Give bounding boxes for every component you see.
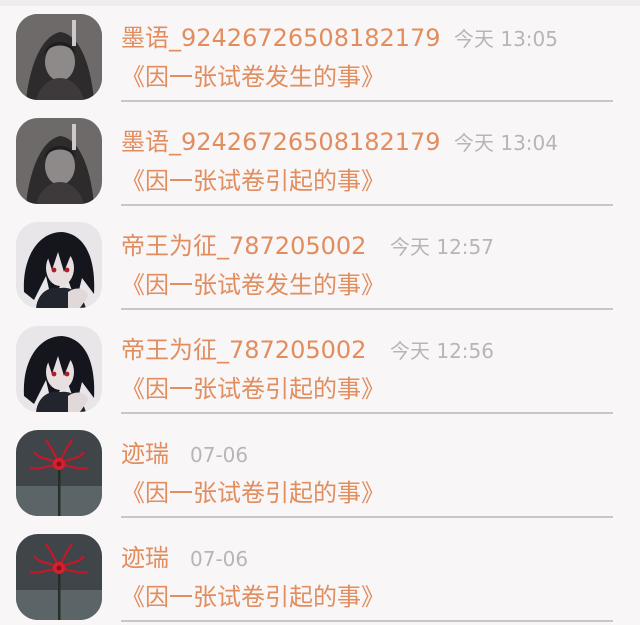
timestamp: 今天 12:56: [390, 339, 494, 363]
story-title[interactable]: 《因一张试卷引起的事》: [121, 164, 385, 198]
list-item[interactable]: 迹瑞 07-06 《因一张试卷引起的事》: [0, 520, 640, 624]
row-divider: [121, 620, 613, 622]
gray-anime-girl-avatar[interactable]: [16, 118, 102, 204]
story-title[interactable]: 《因一张试卷引起的事》: [121, 372, 385, 406]
list-item[interactable]: 迹瑞 07-06 《因一张试卷引起的事》: [0, 416, 640, 520]
red-spider-lily-avatar[interactable]: [16, 430, 102, 516]
user-name[interactable]: 帝王为征_787205002: [121, 230, 366, 262]
timestamp: 今天 13:05: [454, 27, 558, 51]
list-item[interactable]: 帝王为征_787205002 今天 12:56 《因一张试卷引起的事》: [0, 312, 640, 416]
row-divider: [121, 100, 613, 102]
row-divider: [121, 412, 613, 414]
timestamp: 07-06: [190, 547, 249, 571]
timestamp: 07-06: [190, 443, 249, 467]
dark-haired-anime-boy-avatar[interactable]: [16, 222, 102, 308]
red-spider-lily-avatar[interactable]: [16, 534, 102, 620]
list-item[interactable]: 墨语_92426726508182179 今天 13:05 《因一张试卷发生的事…: [0, 0, 640, 104]
user-name[interactable]: 墨语_92426726508182179: [121, 126, 441, 158]
story-title[interactable]: 《因一张试卷发生的事》: [121, 268, 385, 302]
gray-anime-girl-avatar[interactable]: [16, 14, 102, 100]
dark-haired-anime-boy-avatar[interactable]: [16, 326, 102, 412]
list-item[interactable]: 帝王为征_787205002 今天 12:57 《因一张试卷发生的事》: [0, 208, 640, 312]
user-name[interactable]: 迹瑞: [121, 542, 169, 574]
story-title[interactable]: 《因一张试卷引起的事》: [121, 580, 385, 614]
story-title[interactable]: 《因一张试卷引起的事》: [121, 476, 385, 510]
list-item[interactable]: 墨语_92426726508182179 今天 13:04 《因一张试卷引起的事…: [0, 104, 640, 208]
user-name[interactable]: 墨语_92426726508182179: [121, 22, 441, 54]
row-divider: [121, 308, 613, 310]
row-divider: [121, 204, 613, 206]
timestamp: 今天 12:57: [390, 235, 494, 259]
timestamp: 今天 13:04: [454, 131, 558, 155]
user-name[interactable]: 帝王为征_787205002: [121, 334, 366, 366]
user-name[interactable]: 迹瑞: [121, 438, 169, 470]
story-title[interactable]: 《因一张试卷发生的事》: [121, 60, 385, 94]
row-divider: [121, 516, 613, 518]
